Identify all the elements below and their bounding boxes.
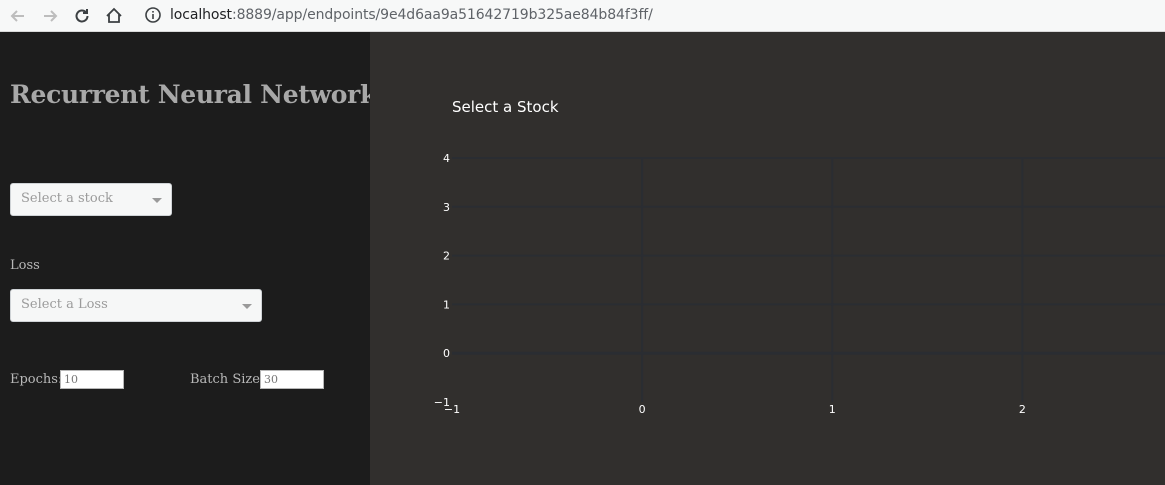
chart-area[interactable]: −1 0 1 2 −1 0 1 2 3 4: [370, 32, 1165, 485]
loss-select-placeholder: Select a Loss: [21, 297, 108, 312]
page-title: Recurrent Neural Networks: [10, 80, 391, 109]
arrow-left-icon: [10, 10, 24, 22]
back-button[interactable]: [6, 4, 30, 28]
y-tick-label: 1: [443, 298, 450, 311]
info-icon[interactable]: [144, 6, 162, 24]
x-axis-ticks: −1 0 1 2: [444, 403, 1026, 416]
chevron-down-icon: [152, 198, 162, 203]
batch-size-input[interactable]: 30: [260, 370, 324, 389]
stock-select-placeholder: Select a stock: [21, 191, 113, 206]
chart-grid: [452, 157, 1165, 402]
plot-panel: Select a Stock −1 0 1 2 −1 0 1 2 3 4: [370, 32, 1165, 485]
y-tick-label: −1: [434, 396, 450, 409]
batch-size-label: Batch Size:: [190, 372, 265, 387]
stock-select[interactable]: Select a stock: [10, 183, 172, 216]
chevron-down-icon: [242, 304, 252, 309]
y-tick-label: 0: [443, 347, 450, 360]
loss-select[interactable]: Select a Loss: [10, 289, 262, 322]
y-axis-ticks: −1 0 1 2 3 4: [434, 152, 450, 409]
x-tick-label: 0: [639, 403, 646, 416]
epochs-label: Epochs:: [10, 372, 63, 387]
home-button[interactable]: [102, 4, 126, 28]
address-bar[interactable]: localhost:8889/app/endpoints/9e4d6aa9a51…: [170, 6, 653, 24]
x-tick-label: 2: [1019, 403, 1026, 416]
y-tick-label: 4: [443, 152, 450, 165]
y-tick-label: 3: [443, 201, 450, 214]
reload-icon: [75, 9, 89, 23]
epochs-input[interactable]: 10: [60, 370, 124, 389]
sidebar: Recurrent Neural Networks Select a stock…: [0, 32, 391, 485]
arrow-right-icon: [44, 10, 58, 22]
url-path: :8889/app/endpoints/9e4d6aa9a51642719b32…: [231, 7, 653, 23]
reload-button[interactable]: [70, 4, 94, 28]
loss-label: Loss: [10, 258, 40, 273]
forward-button[interactable]: [38, 4, 62, 28]
x-tick-label: 1: [829, 403, 836, 416]
url-host: localhost: [170, 7, 232, 23]
home-icon: [106, 7, 122, 23]
browser-toolbar: localhost:8889/app/endpoints/9e4d6aa9a51…: [0, 0, 1165, 32]
y-tick-label: 2: [443, 250, 450, 263]
